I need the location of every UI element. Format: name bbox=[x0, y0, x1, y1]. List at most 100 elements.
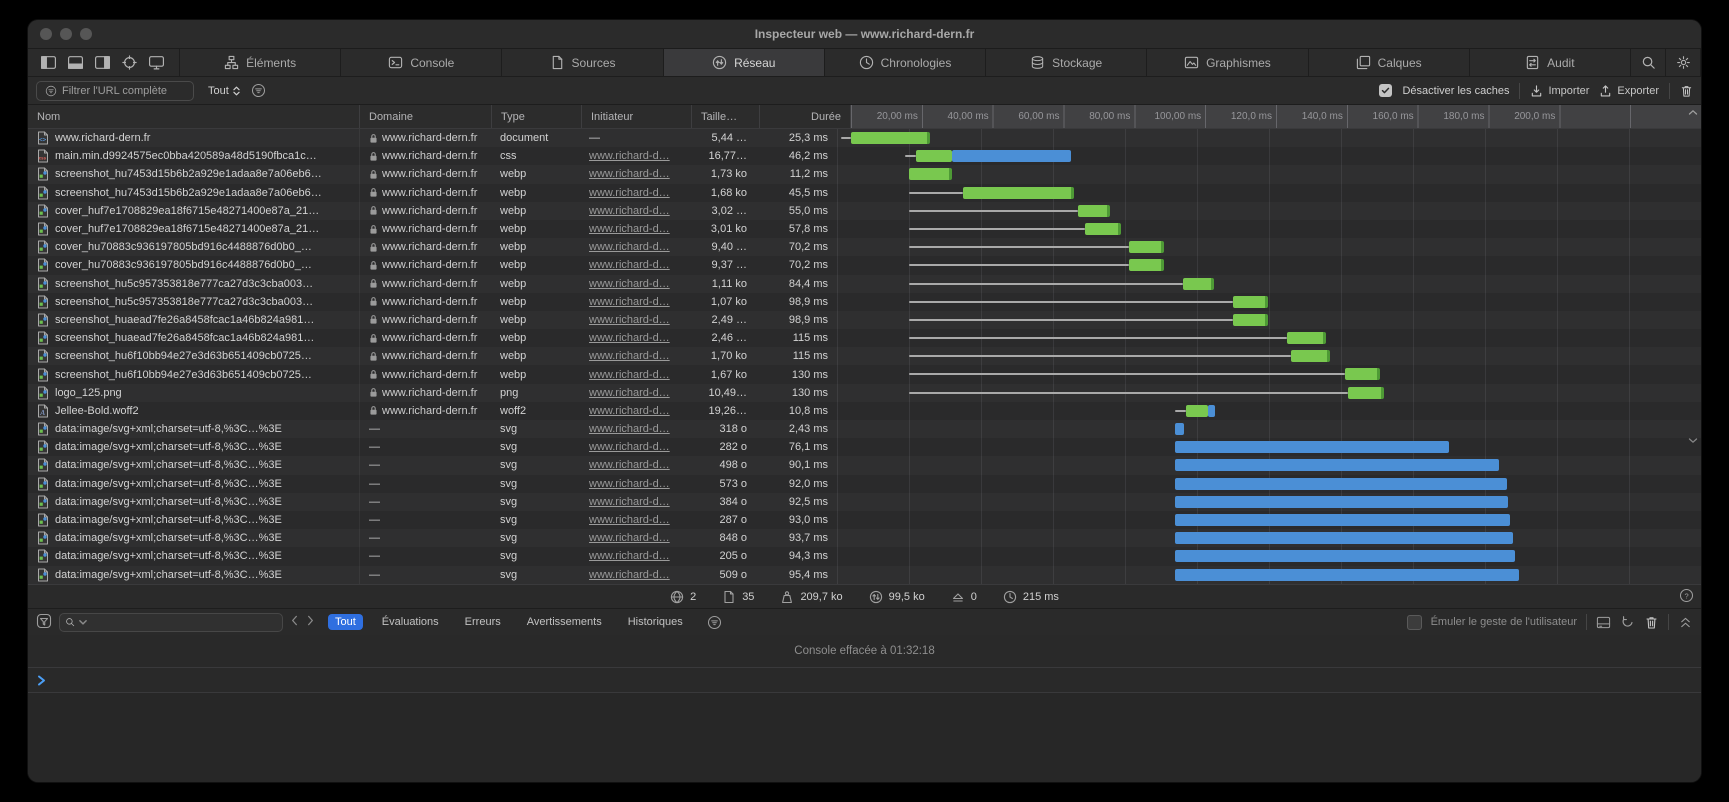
console-search-input[interactable] bbox=[59, 613, 283, 632]
minimize-button[interactable] bbox=[60, 28, 72, 40]
tab-storage[interactable]: Stockage bbox=[986, 49, 1147, 76]
previous-result-button[interactable] bbox=[290, 615, 299, 629]
export-button[interactable]: Exporter bbox=[1599, 84, 1659, 98]
import-button[interactable]: Importer bbox=[1530, 84, 1589, 98]
header-initiator[interactable]: Initiateur bbox=[582, 105, 692, 128]
initiator-link[interactable]: www.richard-d… bbox=[589, 441, 670, 453]
initiator-link[interactable]: www.richard-d… bbox=[589, 259, 670, 271]
initiator-link[interactable]: www.richard-d… bbox=[589, 423, 670, 435]
network-request-row[interactable]: screenshot_hu5c957353818e777ca27d3c3cba0… bbox=[28, 275, 1701, 293]
initiator-link[interactable]: www.richard-d… bbox=[589, 569, 670, 581]
network-request-row[interactable]: data:image/svg+xml;charset=utf-8,%3C…%3E… bbox=[28, 566, 1701, 584]
header-domain[interactable]: Domaine bbox=[360, 105, 492, 128]
initiator-link[interactable]: www.richard-d… bbox=[589, 532, 670, 544]
url-filter-input[interactable]: Filtrer l'URL complète bbox=[36, 81, 194, 101]
tab-layers[interactable]: Calques bbox=[1309, 49, 1470, 76]
filter-options-button[interactable] bbox=[251, 83, 266, 98]
network-request-row[interactable]: Jellee-Bold.woff2www.richard-dern.frwoff… bbox=[28, 402, 1701, 420]
tab-timelines[interactable]: Chronologies bbox=[825, 49, 986, 76]
scroll-down-arrow[interactable] bbox=[1688, 437, 1698, 444]
initiator-link[interactable]: www.richard-d… bbox=[589, 405, 670, 417]
element-picker-icon[interactable] bbox=[121, 55, 138, 70]
tab-audit[interactable]: Audit bbox=[1470, 49, 1631, 76]
zoom-button[interactable] bbox=[80, 28, 92, 40]
help-button[interactable] bbox=[1679, 588, 1694, 606]
initiator-link[interactable]: www.richard-d… bbox=[589, 332, 670, 344]
initiator-link[interactable]: www.richard-d… bbox=[589, 350, 670, 362]
scroll-up-arrow[interactable] bbox=[1688, 109, 1698, 116]
initiator-link[interactable]: www.richard-d… bbox=[589, 168, 670, 180]
close-button[interactable] bbox=[40, 28, 52, 40]
network-request-row[interactable]: logo_125.pngwww.richard-dern.frpngwww.ri… bbox=[28, 384, 1701, 402]
network-request-row[interactable]: screenshot_huaead7fe26a8458fcac1a46b824a… bbox=[28, 329, 1701, 347]
network-request-row[interactable]: cover_hu70883c936197805bd916c4488876d0b0… bbox=[28, 256, 1701, 274]
network-request-row[interactable]: data:image/svg+xml;charset=utf-8,%3C…%3E… bbox=[28, 547, 1701, 565]
network-request-row[interactable]: screenshot_hu7453d15b6b2a929e1adaa8e7a06… bbox=[28, 184, 1701, 202]
initiator-link[interactable]: www.richard-d… bbox=[589, 223, 670, 235]
initiator-link[interactable]: www.richard-d… bbox=[589, 187, 670, 199]
network-request-row[interactable]: screenshot_huaead7fe26a8458fcac1a46b824a… bbox=[28, 311, 1701, 329]
network-request-row[interactable]: screenshot_hu7453d15b6b2a929e1adaa8e7a06… bbox=[28, 165, 1701, 183]
network-request-row[interactable]: data:image/svg+xml;charset=utf-8,%3C…%3E… bbox=[28, 438, 1701, 456]
header-type[interactable]: Type bbox=[492, 105, 582, 128]
disable-caches-checkbox[interactable] bbox=[1379, 84, 1392, 97]
console-scope-erreurs[interactable]: Erreurs bbox=[458, 614, 508, 630]
device-icon[interactable] bbox=[148, 55, 165, 70]
dock-left-icon[interactable] bbox=[40, 55, 57, 70]
network-request-row[interactable]: data:image/svg+xml;charset=utf-8,%3C…%3E… bbox=[28, 475, 1701, 493]
network-request-row[interactable]: data:image/svg+xml;charset=utf-8,%3C…%3E… bbox=[28, 529, 1701, 547]
network-request-row[interactable]: screenshot_hu6f10bb94e27e3d63b651409cb07… bbox=[28, 365, 1701, 383]
dock-bottom-icon[interactable] bbox=[67, 55, 84, 70]
tab-network[interactable]: Réseau bbox=[664, 49, 825, 76]
console-filter-button[interactable] bbox=[36, 613, 52, 632]
console-scope-évaluations[interactable]: Évaluations bbox=[375, 614, 446, 630]
initiator-link[interactable]: www.richard-d… bbox=[589, 314, 670, 326]
console-scope-tout[interactable]: Tout bbox=[328, 614, 363, 630]
initiator-link[interactable]: www.richard-d… bbox=[589, 459, 670, 471]
traffic-lights[interactable] bbox=[40, 28, 92, 40]
initiator-link[interactable]: www.richard-d… bbox=[589, 369, 670, 381]
network-request-row[interactable]: cover_huf7e1708829ea18f6715e48271400e87a… bbox=[28, 220, 1701, 238]
console-scope-avertissements[interactable]: Avertissements bbox=[520, 614, 609, 630]
network-request-row[interactable]: data:image/svg+xml;charset=utf-8,%3C…%3E… bbox=[28, 420, 1701, 438]
tab-console[interactable]: Console bbox=[341, 49, 502, 76]
dock-right-icon[interactable] bbox=[94, 55, 111, 70]
console-scope-historiques[interactable]: Historiques bbox=[621, 614, 690, 630]
header-duration[interactable]: Durée bbox=[760, 105, 851, 128]
initiator-link[interactable]: www.richard-d… bbox=[589, 496, 670, 508]
clear-network-button[interactable] bbox=[1680, 84, 1693, 98]
search-button[interactable] bbox=[1631, 49, 1666, 76]
next-result-button[interactable] bbox=[306, 615, 315, 629]
initiator-link[interactable]: www.richard-d… bbox=[589, 478, 670, 490]
emulate-user-gesture-checkbox[interactable] bbox=[1407, 615, 1422, 630]
console-options-button[interactable] bbox=[707, 615, 722, 630]
initiator-link[interactable]: www.richard-d… bbox=[589, 387, 670, 399]
network-request-row[interactable]: data:image/svg+xml;charset=utf-8,%3C…%3E… bbox=[28, 493, 1701, 511]
refresh-icon[interactable] bbox=[1620, 615, 1635, 630]
tab-graphics[interactable]: Graphismes bbox=[1147, 49, 1308, 76]
network-request-row[interactable]: cover_huf7e1708829ea18f6715e48271400e87a… bbox=[28, 202, 1701, 220]
network-request-row[interactable]: data:image/svg+xml;charset=utf-8,%3C…%3E… bbox=[28, 456, 1701, 474]
initiator-link[interactable]: www.richard-d… bbox=[589, 296, 670, 308]
network-request-row[interactable]: screenshot_hu5c957353818e777ca27d3c3cba0… bbox=[28, 293, 1701, 311]
initiator-link[interactable]: www.richard-d… bbox=[589, 278, 670, 290]
collapse-console-icon[interactable] bbox=[1678, 615, 1693, 630]
network-request-row[interactable]: www.richard-dern.frwww.richard-dern.frdo… bbox=[28, 129, 1701, 147]
initiator-link[interactable]: www.richard-d… bbox=[589, 550, 670, 562]
header-size[interactable]: Taille… bbox=[692, 105, 760, 128]
network-request-row[interactable]: cover_hu70883c936197805bd916c4488876d0b0… bbox=[28, 238, 1701, 256]
network-request-row[interactable]: main.min.d9924575ec0bba420589a48d5190fbc… bbox=[28, 147, 1701, 165]
network-request-row[interactable]: screenshot_hu6f10bb94e27e3d63b651409cb07… bbox=[28, 347, 1701, 365]
initiator-link[interactable]: www.richard-d… bbox=[589, 150, 670, 162]
tab-sources[interactable]: Sources bbox=[502, 49, 663, 76]
console-drawer-icon[interactable] bbox=[1596, 615, 1611, 630]
initiator-link[interactable]: www.richard-d… bbox=[589, 205, 670, 217]
tab-elements[interactable]: Éléments bbox=[180, 49, 341, 76]
initiator-link[interactable]: www.richard-d… bbox=[589, 514, 670, 526]
settings-button[interactable] bbox=[1666, 49, 1701, 76]
resource-type-select[interactable]: Tout bbox=[208, 85, 241, 97]
console-prompt[interactable] bbox=[28, 667, 1701, 693]
initiator-link[interactable]: www.richard-d… bbox=[589, 241, 670, 253]
header-name[interactable]: Nom bbox=[28, 105, 360, 128]
clear-console-icon[interactable] bbox=[1644, 615, 1659, 630]
